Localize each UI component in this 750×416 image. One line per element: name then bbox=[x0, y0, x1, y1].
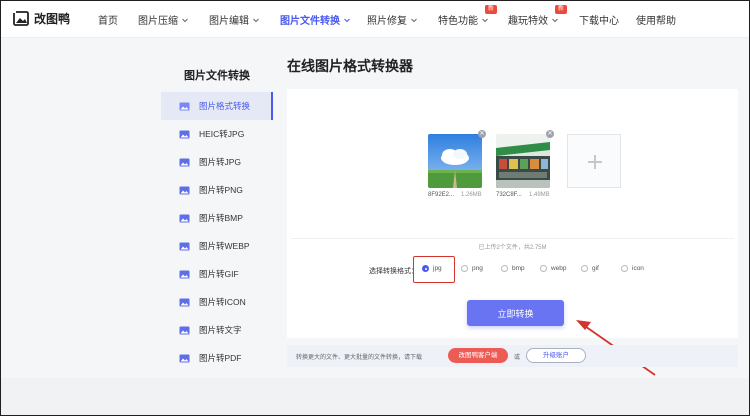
upgrade-account-button[interactable]: 升级账户 bbox=[526, 348, 586, 363]
footer-strip bbox=[0, 378, 750, 416]
download-client-button[interactable]: 改图鸭客户端 bbox=[448, 348, 508, 363]
or-text: 或 bbox=[514, 355, 521, 361]
download-prompt-bar: 转换更大的文件、更大批量的文件转换，请下载 改图鸭客户端 或 升级账户 bbox=[287, 345, 738, 367]
download-prompt-text: 转换更大的文件、更大批量的文件转换，请下载 bbox=[296, 355, 423, 361]
